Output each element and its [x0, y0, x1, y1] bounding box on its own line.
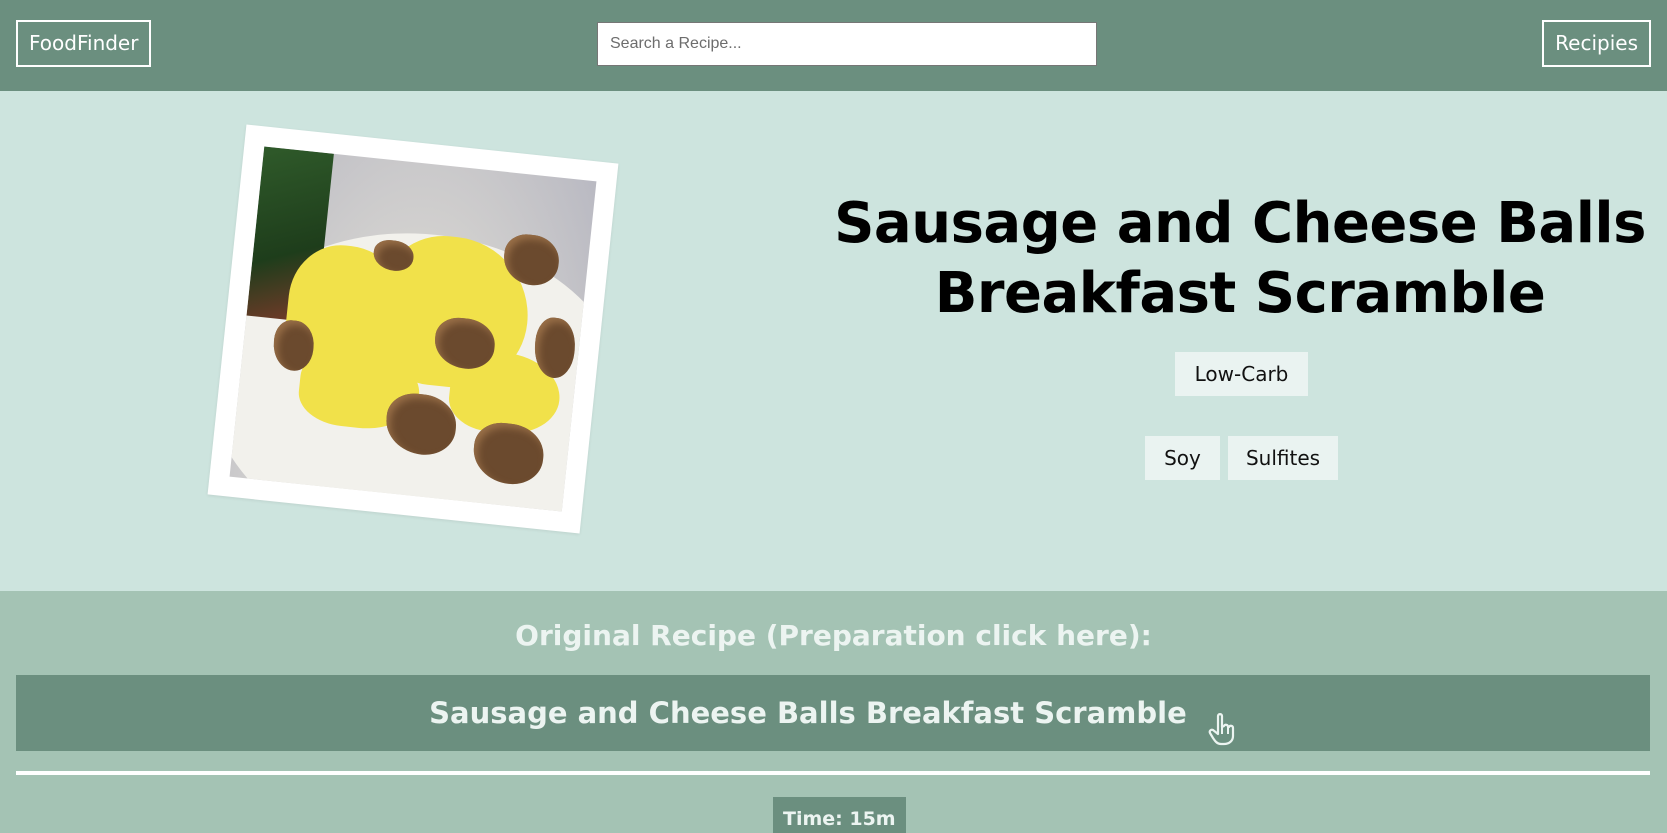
recipes-nav-link[interactable]: Recipies [1542, 20, 1651, 67]
section-divider [16, 771, 1650, 775]
pointing-hand-icon [1207, 698, 1237, 746]
allergen-tag-soy: Soy [1145, 436, 1220, 480]
time-badge: Time: 15m [773, 797, 906, 833]
recipe-title: Sausage and Cheese Balls Breakfast Scram… [834, 191, 1646, 326]
original-recipe-link[interactable]: Sausage and Cheese Balls Breakfast Scram… [16, 675, 1650, 751]
diet-tag-low-carb: Low-Carb [1175, 352, 1308, 396]
recipe-photo-frame [207, 124, 619, 534]
recipe-hero: Sausage and Cheese Balls Breakfast Scram… [0, 91, 1667, 591]
recipe-photo [229, 146, 597, 512]
original-recipe-link-label: Sausage and Cheese Balls Breakfast Scram… [429, 696, 1187, 730]
top-navbar: FoodFinder Recipies [0, 0, 1667, 91]
recipe-search-input[interactable] [597, 22, 1097, 66]
allergen-tag-sulfites: Sulfites [1228, 436, 1338, 480]
original-recipe-heading: Original Recipe (Preparation click here)… [515, 619, 1152, 652]
brand-logo-link[interactable]: FoodFinder [16, 20, 152, 67]
original-recipe-section: Original Recipe (Preparation click here)… [0, 591, 1667, 833]
